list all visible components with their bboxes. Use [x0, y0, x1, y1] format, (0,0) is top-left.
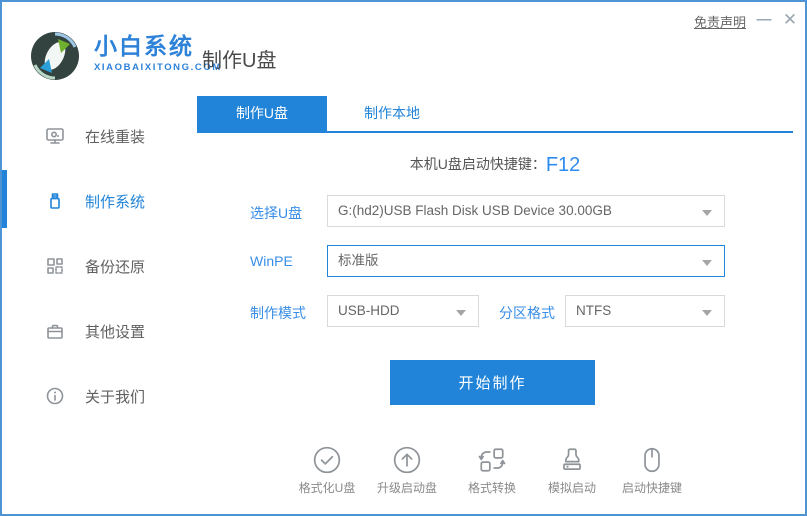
chevron-down-icon — [702, 310, 712, 316]
sidebar-item-label: 关于我们 — [85, 389, 146, 406]
boot-hotkey-value: F12 — [545, 154, 581, 176]
usb-drive-icon — [50, 193, 60, 209]
mode-select-label: 制作模式 — [250, 305, 306, 321]
check-circle-icon — [313, 446, 341, 474]
briefcase-icon — [47, 324, 63, 339]
chevron-down-icon — [702, 210, 712, 216]
winpe-select-label: WinPE — [250, 253, 293, 269]
stamp-icon — [563, 448, 581, 470]
monitor-icon — [46, 128, 64, 144]
tool-label: 启动快捷键 — [621, 481, 682, 495]
arrow-up-circle-icon — [393, 446, 421, 474]
sidebar-item-about-us[interactable]: 关于我们 — [2, 379, 187, 413]
sidebar-item-label: 备份还原 — [85, 259, 146, 276]
mode-select-value: USB-HDD — [338, 303, 400, 318]
app-logo — [31, 32, 79, 80]
convert-icon — [478, 448, 506, 472]
tab-make-local[interactable]: 制作本地 — [327, 96, 457, 131]
sidebar-item-label: 在线重装 — [85, 129, 146, 146]
disclaimer-link[interactable]: 免责声明 — [694, 12, 746, 31]
partition-select[interactable]: NTFS — [565, 295, 725, 327]
sidebar-item-online-reinstall[interactable]: 在线重装 — [2, 119, 187, 153]
partition-select-label: 分区格式 — [499, 305, 555, 321]
tab-bar: 制作U盘 制作本地 — [197, 96, 793, 133]
mode-select[interactable]: USB-HDD — [327, 295, 479, 327]
sidebar-item-other-settings[interactable]: 其他设置 — [2, 314, 187, 348]
usb-select[interactable]: G:(hd2)USB Flash Disk USB Device 30.00GB — [327, 195, 725, 227]
app-window: 小白系统 XIAOBAIXITONG.COM 制作U盘 免责声明 — ✕ 在线重… — [0, 0, 807, 516]
boot-hotkey-line: 本机U盘启动快捷键：F12 — [197, 154, 793, 177]
page-title: 制作U盘 — [202, 50, 277, 72]
partition-select-value: NTFS — [576, 303, 612, 318]
sidebar-item-backup-restore[interactable]: 备份还原 — [2, 249, 187, 283]
sidebar-item-label: 其他设置 — [85, 324, 146, 341]
mouse-icon — [644, 447, 660, 473]
winpe-select-value: 标准版 — [338, 253, 379, 268]
minimize-icon[interactable]: — — [752, 8, 776, 32]
start-make-button[interactable]: 开始制作 — [390, 360, 595, 405]
info-circle-icon — [46, 387, 64, 405]
tab-make-usb[interactable]: 制作U盘 — [197, 96, 327, 131]
winpe-select[interactable]: 标准版 — [327, 245, 725, 277]
sidebar-item-make-system[interactable]: 制作系统 — [2, 184, 187, 218]
boot-hotkey-label: 本机U盘启动快捷键： — [409, 156, 546, 172]
chevron-down-icon — [456, 310, 466, 316]
sidebar-item-label: 制作系统 — [85, 194, 146, 211]
grid-squares-icon — [47, 258, 63, 274]
close-icon[interactable]: ✕ — [778, 8, 802, 32]
usb-select-label: 选择U盘 — [250, 205, 303, 221]
tool-boot-hotkey[interactable]: 启动快捷键 — [602, 445, 702, 496]
usb-select-value: G:(hd2)USB Flash Disk USB Device 30.00GB — [338, 203, 612, 218]
chevron-down-icon — [702, 260, 712, 266]
